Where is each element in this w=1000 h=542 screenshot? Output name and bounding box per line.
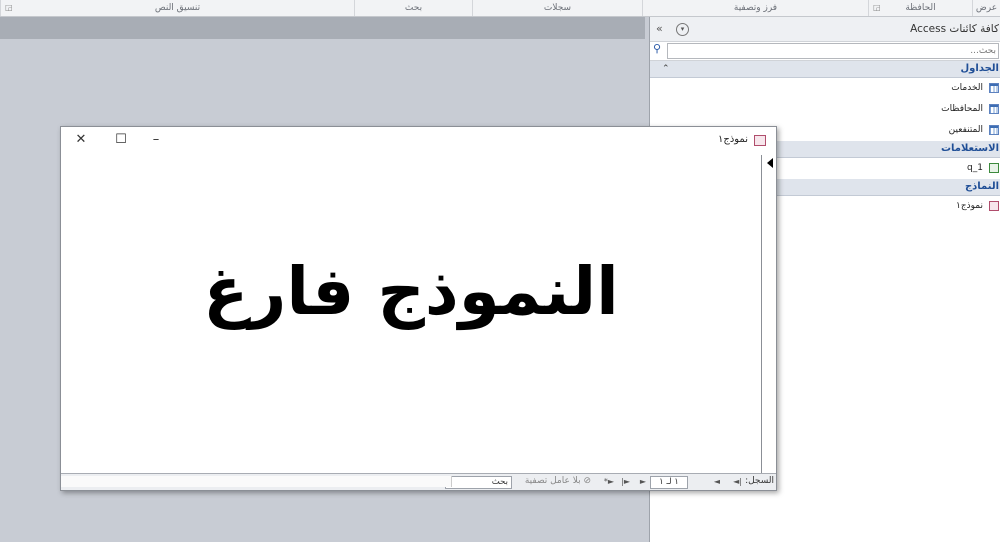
collapse-chevron-icon[interactable]: ⌃ [662, 61, 670, 77]
ribbon-group-label: الحافظة ◲ [868, 0, 972, 16]
first-record-button[interactable]: |◄ [733, 474, 742, 489]
ribbon-group-text: فرز وتصفية [733, 3, 778, 13]
query-icon [989, 163, 999, 173]
minimize-button[interactable]: – [146, 131, 166, 149]
table-icon [989, 104, 999, 114]
workspace-strip [0, 17, 645, 39]
dialog-launcher-icon[interactable]: ◲ [5, 0, 13, 16]
ribbon-group-text: سجلات [543, 3, 572, 13]
record-label: السجل: [745, 476, 774, 486]
empty-form-message: النموذج فارغ [203, 253, 619, 330]
filter-icon: ⊘ [580, 476, 591, 486]
ribbon-group-label: عرض [972, 0, 1000, 16]
ribbon-group-label: تنسيق النص ◲ [0, 0, 354, 16]
close-button[interactable]: ✕ [71, 131, 91, 149]
ribbon-group-labels: عرض الحافظة ◲ فرز وتصفية سجلات بحث تنسيق النص ◲ [0, 0, 1000, 17]
nav-item[interactable]: المحافظات [650, 99, 1000, 120]
form-icon [754, 135, 766, 146]
nav-search-bar: ⚲ [650, 42, 1000, 61]
ribbon-group-label: سجلات [472, 0, 642, 16]
nav-group-label: النماذج [964, 181, 999, 192]
previous-record-button[interactable]: ◄ [714, 474, 720, 489]
nav-item-label: المتنفعين [948, 125, 983, 135]
table-icon [989, 83, 999, 93]
nav-group-header[interactable]: الجداول ⌃ [650, 61, 1000, 78]
record-counter-input[interactable]: ١ لـ ١ [650, 476, 688, 489]
form-body: النموذج فارغ [61, 155, 761, 474]
maximize-button[interactable]: ☐ [111, 131, 131, 149]
nav-title[interactable]: كافة كائنات Access [910, 17, 1000, 41]
horizontal-scrollbar[interactable] [61, 476, 452, 487]
ribbon-group-label: فرز وتصفية [642, 0, 868, 16]
ribbon-group-text: تنسيق النص [154, 3, 201, 13]
record-selector-arrow-icon[interactable] [767, 158, 773, 168]
ribbon-group-text: عرض [975, 3, 998, 13]
dialog-launcher-icon[interactable]: ◲ [873, 0, 881, 16]
nav-item-label: نموذج١ [955, 201, 983, 211]
nav-item[interactable]: الخدمات [650, 78, 1000, 99]
nav-item-label: الخدمات [951, 83, 983, 93]
ribbon-group-text: بحث [404, 3, 423, 13]
ribbon-group-label: بحث [354, 0, 472, 16]
nav-item-label: المحافظات [941, 104, 983, 114]
record-navigation-bar: السجل: |◄ ◄ ١ لـ ١ ► ►| ►* ⊘ بلا عامل تص… [61, 473, 776, 490]
next-record-button[interactable]: ► [640, 474, 646, 489]
nav-menu-dropdown-icon[interactable]: ▾ [676, 23, 689, 36]
record-search-input[interactable]: بحث [445, 476, 512, 489]
nav-group-label: الجداول [960, 63, 1000, 74]
nav-search-input[interactable] [667, 43, 999, 59]
ribbon-group-text: الحافظة [905, 3, 936, 13]
no-filter-label: بلا عامل تصفية [524, 476, 581, 486]
nav-group-label: الاستعلامات [940, 143, 999, 154]
form-title: نموذج١ [717, 134, 748, 145]
nav-item-label: q_1 [967, 163, 983, 173]
form-icon [989, 201, 999, 211]
nav-collapse-icon[interactable]: » [656, 17, 663, 41]
form-window: نموذج١ – ☐ ✕ النموذج فارغ السجل: |◄ ◄ ١ … [60, 126, 777, 491]
nav-header[interactable]: كافة كائنات Access ▾ » [650, 17, 1000, 42]
no-filter-indicator[interactable]: ⊘ بلا عامل تصفية [525, 474, 591, 489]
form-title-bar[interactable]: نموذج١ – ☐ ✕ [61, 127, 776, 155]
last-record-button[interactable]: ►| [621, 474, 630, 489]
new-record-button[interactable]: ►* [604, 474, 614, 489]
record-selector-column[interactable] [761, 155, 776, 475]
table-icon [989, 125, 999, 135]
search-icon[interactable]: ⚲ [653, 42, 661, 55]
